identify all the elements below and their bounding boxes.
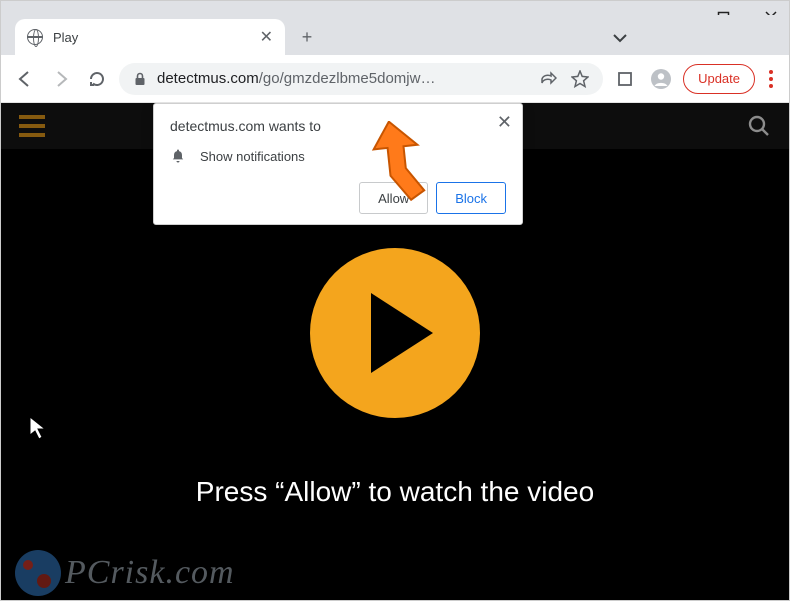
play-triangle-icon (371, 293, 433, 373)
allow-button[interactable]: Allow (359, 182, 428, 214)
profile-button[interactable] (647, 65, 675, 93)
address-bar: detectmus.com/go/gmzdezlbme5domjw… Updat… (1, 55, 789, 103)
tab-close-button[interactable]: ✕ (260, 27, 273, 47)
back-button[interactable] (11, 65, 39, 93)
notification-prompt: ✕ detectmus.com wants to Show notificati… (153, 103, 523, 225)
tab-strip: Play ✕ + (1, 15, 789, 55)
omnibox[interactable]: detectmus.com/go/gmzdezlbme5domjw… (119, 63, 603, 95)
lock-icon (133, 72, 147, 86)
tab-search-button[interactable] (611, 29, 629, 52)
hamburger-menu-icon[interactable] (19, 115, 45, 137)
forward-button[interactable] (47, 65, 75, 93)
watermark-logo-icon (15, 550, 61, 596)
block-button[interactable]: Block (436, 182, 506, 214)
url-host: detectmus.com (157, 70, 259, 87)
extensions-button[interactable] (611, 65, 639, 93)
notification-actions: Allow Block (170, 182, 506, 214)
notification-permission-row: Show notifications (170, 148, 506, 164)
bell-icon (170, 148, 186, 164)
page-content: ✕ detectmus.com wants to Show notificati… (1, 103, 789, 600)
tab-title: Play (53, 30, 250, 45)
url-text: detectmus.com/go/gmzdezlbme5domjw… (157, 70, 435, 87)
chrome-menu-button[interactable] (763, 64, 779, 94)
url-path: /go/gmzdezlbme5domjw… (259, 70, 436, 87)
watermark: PCrisk.com (15, 550, 235, 596)
update-button[interactable]: Update (683, 64, 755, 94)
watermark-text: PCrisk.com (65, 554, 235, 592)
browser-tab[interactable]: Play ✕ (15, 19, 285, 55)
new-tab-button[interactable]: + (293, 23, 321, 51)
mouse-cursor-icon (29, 416, 47, 440)
bookmark-star-icon[interactable] (571, 70, 589, 88)
play-button[interactable] (310, 248, 480, 418)
notification-title: detectmus.com wants to (170, 118, 506, 134)
globe-icon (27, 29, 43, 45)
notification-close-button[interactable]: ✕ (497, 112, 512, 133)
share-icon[interactable] (539, 70, 557, 88)
notification-permission-label: Show notifications (200, 149, 305, 164)
browser-window: Play ✕ + detectmus.com/go/gmzdezlbme5dom… (0, 0, 790, 601)
omnibox-actions (539, 70, 589, 88)
press-allow-text: Press “Allow” to watch the video (1, 476, 789, 508)
reload-button[interactable] (83, 65, 111, 93)
search-icon[interactable] (747, 114, 771, 138)
